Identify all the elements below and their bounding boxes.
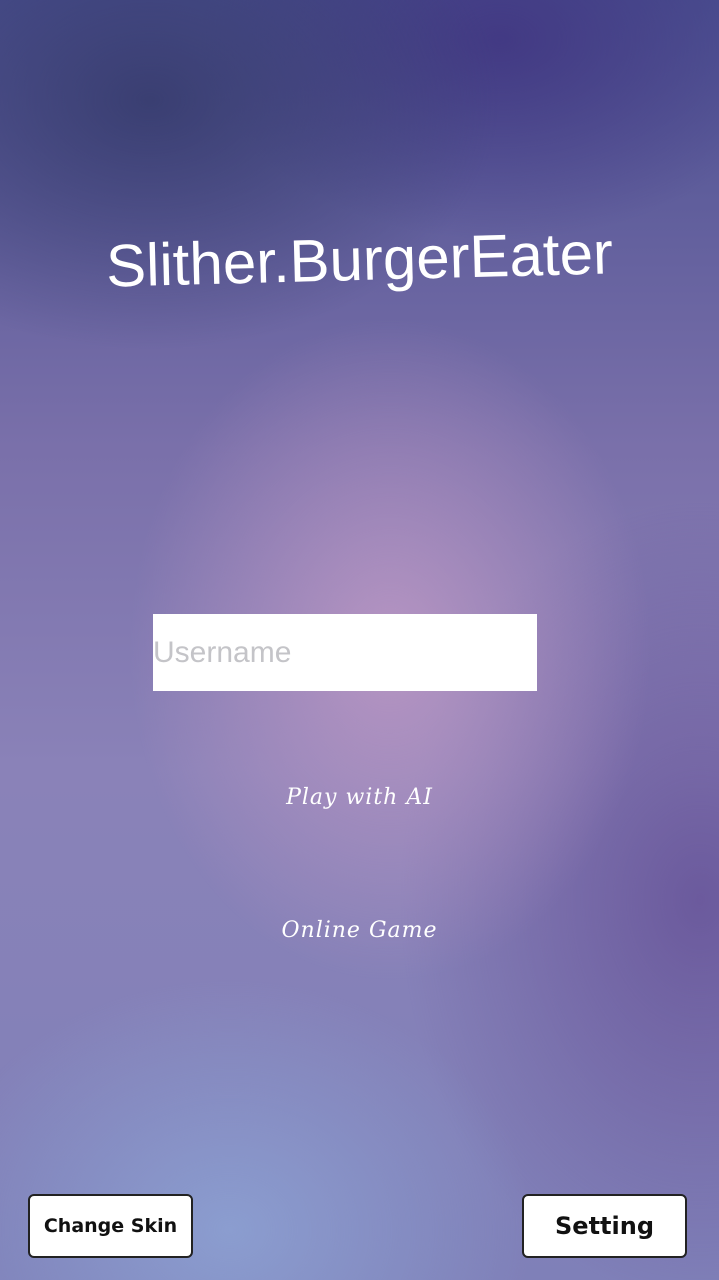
play-with-ai-button[interactable]: Play with AI (0, 785, 719, 810)
change-skin-button[interactable]: Change Skin (28, 1194, 193, 1258)
setting-button[interactable]: Setting (522, 1194, 687, 1258)
game-title: Slither.BurgerEater (105, 219, 614, 300)
online-game-button[interactable]: Online Game (0, 918, 719, 943)
username-input[interactable] (153, 614, 537, 691)
